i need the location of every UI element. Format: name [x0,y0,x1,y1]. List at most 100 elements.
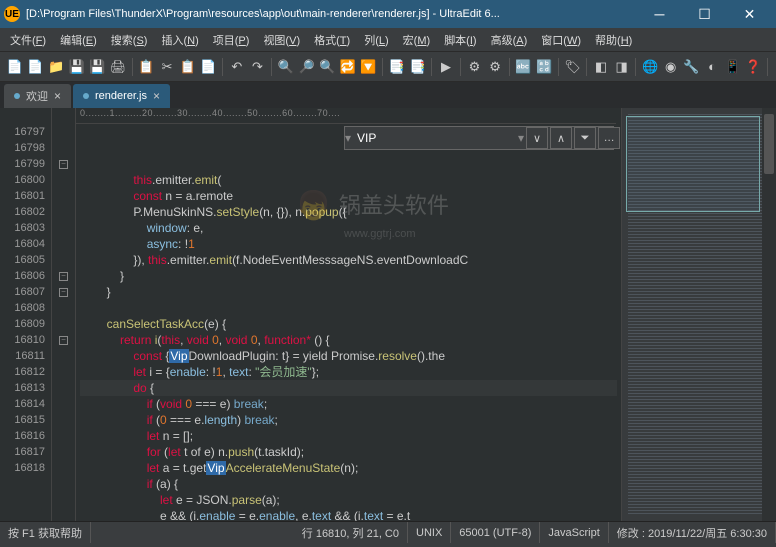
code-line[interactable]: if (void 0 === e) break; [80,396,617,412]
code-line[interactable]: const {VipDownloadPlugin: t} = yield Pro… [80,348,617,364]
fold-mark[interactable] [52,204,75,220]
code-line[interactable]: } [80,284,617,300]
toolbar-button-30[interactable]: 🔡 [535,56,553,78]
code-line[interactable]: for (let t of e) n.push(t.taskId); [80,444,617,460]
toolbar-button-19[interactable]: 🔽 [360,56,378,78]
minimap[interactable] [621,108,776,521]
toolbar-button-5[interactable]: 🖨 [109,56,127,78]
code-line[interactable]: let n = []; [80,428,617,444]
toolbar-button-0[interactable]: 📄 [6,56,24,78]
close-button[interactable]: ✕ [727,0,772,28]
code-line[interactable]: this.emitter.emit( [80,172,617,188]
code-line[interactable]: async: !1 [80,236,617,252]
toolbar-button-12[interactable]: ↶ [228,56,246,78]
code-line[interactable] [80,300,617,316]
minimap-viewport[interactable] [626,116,760,212]
fold-mark[interactable] [52,124,75,140]
toolbar-button-32[interactable]: 🏷 [564,56,582,78]
tab-close-icon[interactable]: × [153,89,160,103]
menu-f[interactable]: 文件(F) [4,29,52,51]
toolbar-button-42[interactable]: ❓ [744,56,762,78]
menu-p[interactable]: 项目(P) [207,29,256,51]
menu-w[interactable]: 窗口(W) [535,29,587,51]
toolbar-button-1[interactable]: 📄 [27,56,45,78]
minimap-thumb[interactable] [764,114,774,174]
code-line[interactable]: e && (i.enable = e.enable, e.text && (i.… [80,508,617,521]
toolbar-button-17[interactable]: 🔍 [318,56,336,78]
code-line[interactable]: canSelectTaskAcc(e) { [80,316,617,332]
fold-mark[interactable] [52,188,75,204]
menu-l[interactable]: 列(L) [358,29,394,51]
search-input[interactable] [351,131,518,145]
code-line[interactable]: P.MenuSkinNS.setStyle(n, {}), n.popup({ [80,204,617,220]
fold-mark[interactable]: − [52,284,75,300]
toolbar-button-13[interactable]: ↷ [249,56,267,78]
menu-m[interactable]: 宏(M) [397,29,437,51]
toolbar-button-24[interactable]: ▶ [437,56,455,78]
toolbar-button-3[interactable]: 💾 [68,56,86,78]
search-btn-1[interactable]: ∧ [550,127,572,149]
fold-mark[interactable]: − [52,332,75,348]
fold-mark[interactable] [52,348,75,364]
code-line[interactable]: if (a) { [80,476,617,492]
code-line[interactable]: do { [80,380,617,396]
fold-mark[interactable] [52,428,75,444]
toolbar-button-4[interactable]: 💾 [89,56,107,78]
menu-h[interactable]: 帮助(H) [589,29,638,51]
status-eol[interactable]: UNIX [408,522,451,543]
toolbar-button-2[interactable]: 📁 [47,56,65,78]
search-btn-2[interactable]: ⏷ [574,127,596,149]
fold-mark[interactable] [52,380,75,396]
menu-t[interactable]: 格式(T) [308,29,356,51]
maximize-button[interactable]: ☐ [682,0,727,28]
code-line[interactable]: let i = {enable: !1, text: "会员加速"}; [80,364,617,380]
toolbar-button-21[interactable]: 📑 [388,56,406,78]
menu-e[interactable]: 编辑(E) [54,29,103,51]
code-line[interactable]: let e = JSON.parse(a); [80,492,617,508]
search-btn-0[interactable]: ∨ [526,127,548,149]
code-line[interactable]: }), this.emitter.emit(f.NodeEventMesssag… [80,252,617,268]
code-line[interactable]: return i(this, void 0, void 0, function*… [80,332,617,348]
code-line[interactable]: } [80,268,617,284]
code-line[interactable]: if (0 === e.length) break; [80,412,617,428]
toolbar-button-39[interactable]: 🔧 [683,56,701,78]
status-encoding[interactable]: 65001 (UTF-8) [451,522,540,543]
toolbar-button-10[interactable]: 📄 [200,56,218,78]
fold-mark[interactable] [52,444,75,460]
fold-mark[interactable]: − [52,268,75,284]
code-line[interactable]: window: e, [80,220,617,236]
menu-s[interactable]: 搜索(S) [105,29,154,51]
code-area[interactable]: 👦 锅盖头软件 www.ggtrj.com this.emitter.emit(… [76,108,621,521]
fold-mark[interactable] [52,300,75,316]
fold-mark[interactable] [52,412,75,428]
toolbar-button-8[interactable]: ✂ [158,56,176,78]
fold-mark[interactable]: − [52,156,75,172]
code-line[interactable]: const n = a.remote [80,188,617,204]
toolbar-button-41[interactable]: 📱 [724,56,742,78]
fold-mark[interactable] [52,172,75,188]
toolbar-button-18[interactable]: 🔁 [339,56,357,78]
code-line[interactable]: let a = t.getVipAccelerateMenuState(n); [80,460,617,476]
minimize-button[interactable]: ─ [637,0,682,28]
menu-n[interactable]: 插入(N) [155,29,204,51]
tab-close-icon[interactable]: × [54,89,61,103]
fold-mark[interactable] [52,396,75,412]
fold-mark[interactable] [52,364,75,380]
toolbar-button-38[interactable]: ◉ [662,56,680,78]
menu-i[interactable]: 脚本(I) [438,29,482,51]
toolbar-button-7[interactable]: 📋 [138,56,156,78]
tab-欢迎[interactable]: 欢迎× [4,84,71,108]
fold-mark[interactable] [52,460,75,476]
fold-mark[interactable] [52,140,75,156]
tab-renderer.js[interactable]: renderer.js× [73,84,170,108]
toolbar-button-29[interactable]: 🔤 [515,56,533,78]
toolbar-button-15[interactable]: 🔍 [277,56,295,78]
search-btn-3[interactable]: … [598,127,620,149]
fold-mark[interactable] [52,236,75,252]
fold-mark[interactable] [52,252,75,268]
toolbar-button-40[interactable]: ◐ [703,56,721,78]
toolbar-button-22[interactable]: 📑 [409,56,427,78]
toolbar-button-37[interactable]: 🌐 [641,56,659,78]
toolbar-button-16[interactable]: 🔎 [298,56,316,78]
toolbar-button-27[interactable]: ⚙ [486,56,504,78]
